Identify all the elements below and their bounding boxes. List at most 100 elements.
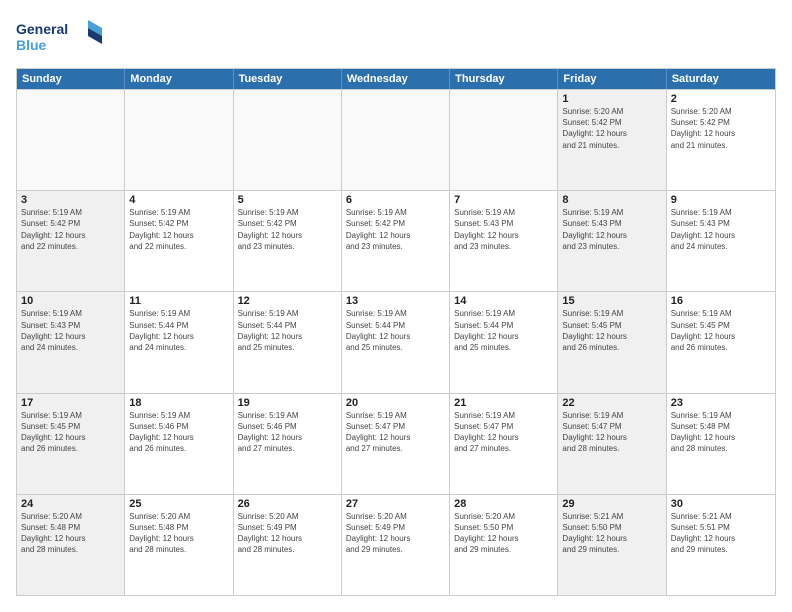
day-detail: Sunrise: 5:19 AM Sunset: 5:48 PM Dayligh… <box>671 410 771 455</box>
day-number: 17 <box>21 397 120 409</box>
day-number: 16 <box>671 295 771 307</box>
day-cell-10: 10Sunrise: 5:19 AM Sunset: 5:43 PM Dayli… <box>17 292 125 392</box>
day-number: 27 <box>346 498 445 510</box>
day-number: 12 <box>238 295 337 307</box>
day-cell-30: 30Sunrise: 5:21 AM Sunset: 5:51 PM Dayli… <box>667 495 775 595</box>
day-number: 5 <box>238 194 337 206</box>
day-number: 15 <box>562 295 661 307</box>
day-detail: Sunrise: 5:19 AM Sunset: 5:47 PM Dayligh… <box>346 410 445 455</box>
day-cell-27: 27Sunrise: 5:20 AM Sunset: 5:49 PM Dayli… <box>342 495 450 595</box>
day-cell-22: 22Sunrise: 5:19 AM Sunset: 5:47 PM Dayli… <box>558 394 666 494</box>
day-cell-15: 15Sunrise: 5:19 AM Sunset: 5:45 PM Dayli… <box>558 292 666 392</box>
day-detail: Sunrise: 5:20 AM Sunset: 5:49 PM Dayligh… <box>346 511 445 556</box>
empty-cell-0-2 <box>234 90 342 190</box>
day-detail: Sunrise: 5:19 AM Sunset: 5:47 PM Dayligh… <box>454 410 553 455</box>
day-detail: Sunrise: 5:19 AM Sunset: 5:42 PM Dayligh… <box>346 207 445 252</box>
svg-text:Blue: Blue <box>16 37 47 53</box>
day-detail: Sunrise: 5:20 AM Sunset: 5:49 PM Dayligh… <box>238 511 337 556</box>
calendar-row-3: 17Sunrise: 5:19 AM Sunset: 5:45 PM Dayli… <box>17 393 775 494</box>
day-detail: Sunrise: 5:20 AM Sunset: 5:48 PM Dayligh… <box>21 511 120 556</box>
calendar-row-2: 10Sunrise: 5:19 AM Sunset: 5:43 PM Dayli… <box>17 291 775 392</box>
calendar-header: SundayMondayTuesdayWednesdayThursdayFrid… <box>17 69 775 89</box>
day-number: 18 <box>129 397 228 409</box>
day-number: 14 <box>454 295 553 307</box>
day-detail: Sunrise: 5:21 AM Sunset: 5:50 PM Dayligh… <box>562 511 661 556</box>
day-number: 3 <box>21 194 120 206</box>
day-number: 10 <box>21 295 120 307</box>
day-cell-4: 4Sunrise: 5:19 AM Sunset: 5:42 PM Daylig… <box>125 191 233 291</box>
day-detail: Sunrise: 5:21 AM Sunset: 5:51 PM Dayligh… <box>671 511 771 556</box>
day-number: 4 <box>129 194 228 206</box>
day-cell-14: 14Sunrise: 5:19 AM Sunset: 5:44 PM Dayli… <box>450 292 558 392</box>
header-day-sunday: Sunday <box>17 69 125 89</box>
day-number: 23 <box>671 397 771 409</box>
day-detail: Sunrise: 5:19 AM Sunset: 5:42 PM Dayligh… <box>129 207 228 252</box>
day-number: 25 <box>129 498 228 510</box>
day-cell-7: 7Sunrise: 5:19 AM Sunset: 5:43 PM Daylig… <box>450 191 558 291</box>
day-detail: Sunrise: 5:19 AM Sunset: 5:45 PM Dayligh… <box>21 410 120 455</box>
day-detail: Sunrise: 5:19 AM Sunset: 5:46 PM Dayligh… <box>129 410 228 455</box>
day-cell-23: 23Sunrise: 5:19 AM Sunset: 5:48 PM Dayli… <box>667 394 775 494</box>
day-cell-8: 8Sunrise: 5:19 AM Sunset: 5:43 PM Daylig… <box>558 191 666 291</box>
empty-cell-0-1 <box>125 90 233 190</box>
empty-cell-0-3 <box>342 90 450 190</box>
day-cell-28: 28Sunrise: 5:20 AM Sunset: 5:50 PM Dayli… <box>450 495 558 595</box>
day-detail: Sunrise: 5:19 AM Sunset: 5:43 PM Dayligh… <box>454 207 553 252</box>
day-detail: Sunrise: 5:19 AM Sunset: 5:44 PM Dayligh… <box>454 308 553 353</box>
day-cell-20: 20Sunrise: 5:19 AM Sunset: 5:47 PM Dayli… <box>342 394 450 494</box>
day-detail: Sunrise: 5:19 AM Sunset: 5:46 PM Dayligh… <box>238 410 337 455</box>
day-cell-29: 29Sunrise: 5:21 AM Sunset: 5:50 PM Dayli… <box>558 495 666 595</box>
day-cell-1: 1Sunrise: 5:20 AM Sunset: 5:42 PM Daylig… <box>558 90 666 190</box>
logo-svg: General Blue <box>16 16 106 58</box>
day-cell-5: 5Sunrise: 5:19 AM Sunset: 5:42 PM Daylig… <box>234 191 342 291</box>
day-detail: Sunrise: 5:19 AM Sunset: 5:47 PM Dayligh… <box>562 410 661 455</box>
day-detail: Sunrise: 5:19 AM Sunset: 5:43 PM Dayligh… <box>671 207 771 252</box>
day-detail: Sunrise: 5:20 AM Sunset: 5:48 PM Dayligh… <box>129 511 228 556</box>
day-number: 28 <box>454 498 553 510</box>
day-cell-6: 6Sunrise: 5:19 AM Sunset: 5:42 PM Daylig… <box>342 191 450 291</box>
logo: General Blue <box>16 16 106 58</box>
day-number: 26 <box>238 498 337 510</box>
day-detail: Sunrise: 5:19 AM Sunset: 5:44 PM Dayligh… <box>238 308 337 353</box>
header-day-friday: Friday <box>558 69 666 89</box>
header-day-wednesday: Wednesday <box>342 69 450 89</box>
day-number: 2 <box>671 93 771 105</box>
header-day-tuesday: Tuesday <box>234 69 342 89</box>
calendar-row-1: 3 Sunrise: 5:19 AM Sunset: 5:42 PM Daylig… <box>17 190 775 291</box>
day-number: 30 <box>671 498 771 510</box>
day-detail: Sunrise: 5:19 AM Sunset: 5:43 PM Dayligh… <box>21 308 120 353</box>
day-number: 20 <box>346 397 445 409</box>
day-detail: Sunrise: 5:19 AM Sunset: 5:44 PM Dayligh… <box>129 308 228 353</box>
empty-cell-0-0 <box>17 90 125 190</box>
day-detail: Sunrise: 5:19 AM Sunset: 5:45 PM Dayligh… <box>671 308 771 353</box>
day-number: 24 <box>21 498 120 510</box>
day-detail: Sunrise: 5:19 AM Sunset: 5:42 PM Dayligh… <box>238 207 337 252</box>
calendar-body: 1 Sunrise: 5:20 AM Sunset: 5:42 PM Daylig… <box>17 89 775 595</box>
page-header: General Blue <box>16 16 776 58</box>
header-day-monday: Monday <box>125 69 233 89</box>
day-number: 9 <box>671 194 771 206</box>
day-number: 8 <box>562 194 661 206</box>
day-cell-25: 25Sunrise: 5:20 AM Sunset: 5:48 PM Dayli… <box>125 495 233 595</box>
day-cell-19: 19Sunrise: 5:19 AM Sunset: 5:46 PM Dayli… <box>234 394 342 494</box>
empty-cell-0-4 <box>450 90 558 190</box>
day-detail: Sunrise: 5:19 AM Sunset: 5:43 PM Dayligh… <box>562 207 661 252</box>
calendar-row-0: 1 Sunrise: 5:20 AM Sunset: 5:42 PM Daylig… <box>17 89 775 190</box>
day-detail: Sunrise: 5:20 AM Sunset: 5:42 PM Dayligh… <box>671 106 771 151</box>
calendar: SundayMondayTuesdayWednesdayThursdayFrid… <box>16 68 776 596</box>
day-cell-26: 26Sunrise: 5:20 AM Sunset: 5:49 PM Dayli… <box>234 495 342 595</box>
svg-text:General: General <box>16 21 68 37</box>
day-number: 29 <box>562 498 661 510</box>
day-number: 19 <box>238 397 337 409</box>
day-cell-3: 3Sunrise: 5:19 AM Sunset: 5:42 PM Daylig… <box>17 191 125 291</box>
day-detail: Sunrise: 5:20 AM Sunset: 5:50 PM Dayligh… <box>454 511 553 556</box>
day-number: 21 <box>454 397 553 409</box>
day-number: 11 <box>129 295 228 307</box>
day-cell-17: 17Sunrise: 5:19 AM Sunset: 5:45 PM Dayli… <box>17 394 125 494</box>
day-cell-11: 11Sunrise: 5:19 AM Sunset: 5:44 PM Dayli… <box>125 292 233 392</box>
day-detail: Sunrise: 5:19 AM Sunset: 5:44 PM Dayligh… <box>346 308 445 353</box>
day-cell-24: 24Sunrise: 5:20 AM Sunset: 5:48 PM Dayli… <box>17 495 125 595</box>
day-number: 1 <box>562 93 661 105</box>
day-cell-2: 2Sunrise: 5:20 AM Sunset: 5:42 PM Daylig… <box>667 90 775 190</box>
day-cell-21: 21Sunrise: 5:19 AM Sunset: 5:47 PM Dayli… <box>450 394 558 494</box>
